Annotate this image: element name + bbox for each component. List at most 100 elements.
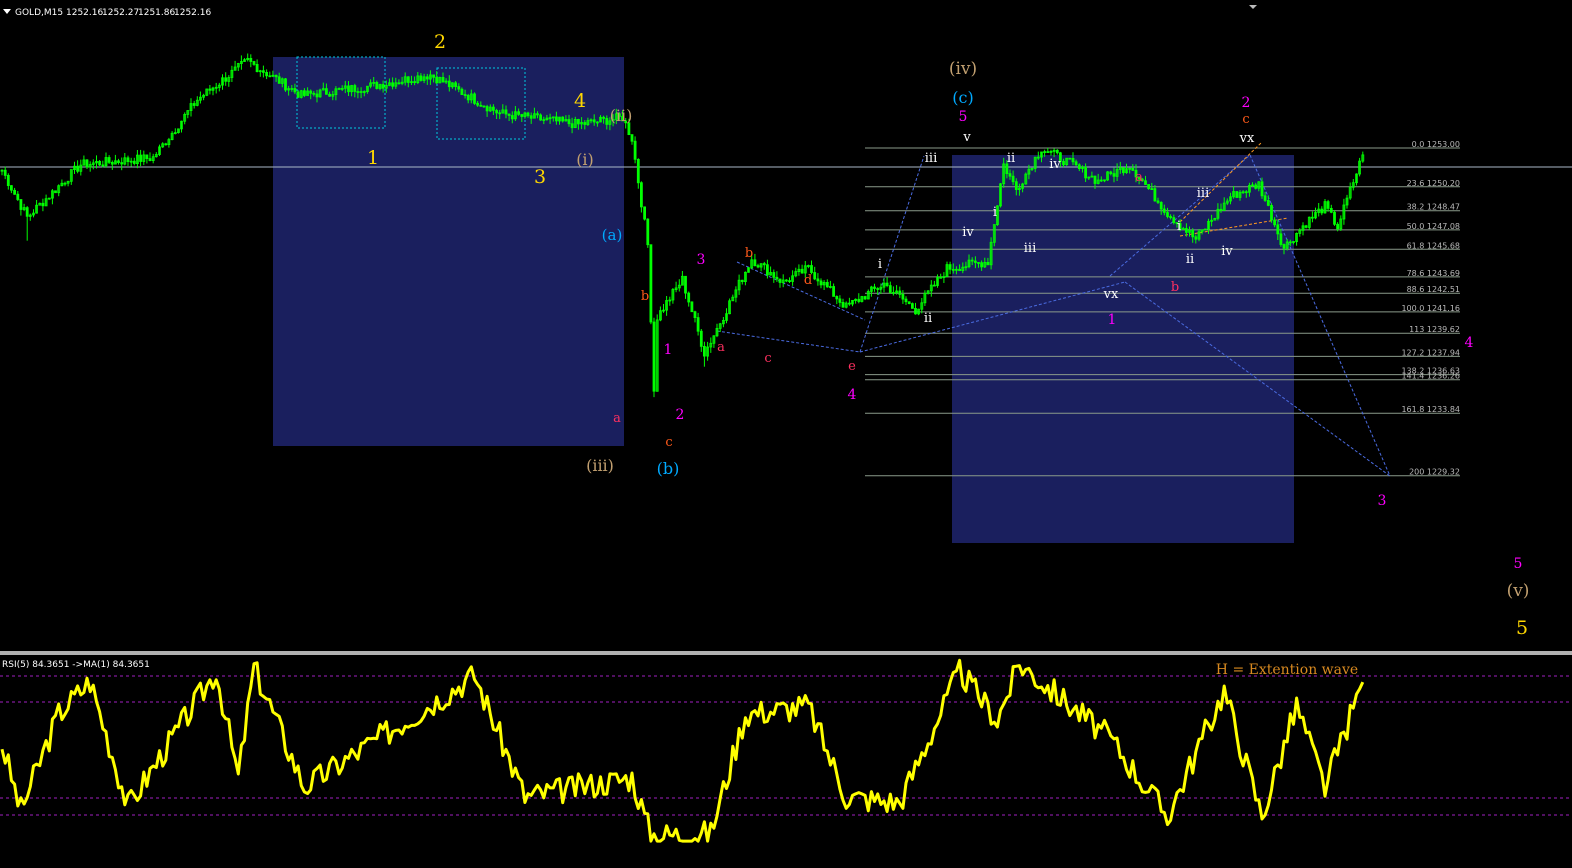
wave-label-10: 2 (676, 407, 685, 423)
wave-label-24: v (962, 130, 971, 145)
candle (38, 202, 42, 206)
candle (1065, 157, 1069, 166)
wave-label-16: d (804, 273, 812, 288)
candle (318, 88, 322, 98)
fib-label-4: 61.8 1245.68 (1407, 241, 1460, 250)
candle (1333, 210, 1336, 226)
wave-label-32: iii (1024, 241, 1036, 256)
wave-label-44: 4 (1465, 335, 1474, 351)
candle (1024, 172, 1028, 185)
chart-background (0, 0, 1572, 868)
fib-label-12: 161.8 1233.84 (1401, 405, 1460, 414)
wave-label-18: c (764, 351, 771, 366)
candle (646, 218, 650, 248)
candle (907, 301, 911, 305)
wave-label-46: 5 (1514, 556, 1523, 572)
candle (438, 76, 442, 84)
wave-label-5: (i) (576, 150, 594, 169)
fib-label-5: 78.6 1243.69 (1407, 269, 1460, 278)
fib-label-0: 0.0 1253.00 (1412, 140, 1460, 149)
symbol-label: GOLD,M15 (15, 8, 63, 18)
wave-label-0: 2 (434, 31, 446, 53)
fib-label-9: 127.2 1237.94 (1401, 348, 1460, 357)
fib-label-13: 200 1229.32 (1409, 468, 1460, 477)
fib-label-3: 50.0 1247.08 (1407, 222, 1460, 231)
wave-label-40: iv (1221, 244, 1233, 259)
close-price: 1252.16 (174, 8, 211, 18)
candle (989, 237, 993, 270)
candle (1270, 203, 1273, 223)
candle (284, 78, 287, 92)
wave-label-31: ii (924, 311, 932, 326)
candle (643, 206, 646, 221)
candle (1068, 157, 1072, 160)
wave-label-19: e (848, 359, 856, 374)
wave-label-37: i (1177, 219, 1181, 234)
wave-label-4: (ii) (610, 106, 633, 125)
wave-label-39: ii (1186, 252, 1194, 267)
wave-label-41: 2 (1242, 95, 1251, 111)
wave-label-34: vx (1103, 287, 1119, 302)
wave-label-33: a (1135, 170, 1143, 185)
wave-label-7: b (641, 289, 649, 304)
fib-label-2: 38.2 1248.47 (1407, 203, 1460, 212)
fib-label-11: 141.4 1236.26 (1401, 372, 1460, 381)
candle (747, 267, 750, 273)
candle (652, 317, 656, 398)
wave-label-29: iv (962, 225, 974, 240)
fib-label-8: 113 1239.62 (1409, 325, 1460, 334)
wave-label-45: 3 (1378, 493, 1387, 509)
wave-label-27: iv (1049, 157, 1061, 172)
candle (1106, 171, 1109, 181)
wave-label-3: 3 (534, 166, 546, 188)
open-price: 1252.16 (66, 8, 103, 18)
wave-label-23: 5 (959, 109, 968, 125)
candle (860, 295, 864, 303)
wave-label-42: c (1242, 112, 1249, 127)
wave-label-6: (a) (602, 226, 623, 244)
wave-label-28: i (878, 257, 882, 272)
candle (649, 244, 653, 325)
wave-label-43: vx (1239, 131, 1255, 146)
candle (54, 190, 57, 194)
wave-label-9: 1 (664, 342, 673, 358)
candle (176, 128, 180, 134)
wave-label-21: (iv) (949, 59, 977, 79)
wave-label-8: a (613, 411, 621, 426)
wave-label-15: b (745, 246, 753, 261)
wave-label-11: c (665, 435, 672, 450)
candle (911, 302, 914, 309)
wave-label-30: i (993, 205, 997, 220)
wave-label-47: (v) (1507, 581, 1530, 601)
fib-label-6: 88.6 1242.51 (1407, 285, 1460, 294)
candle (655, 314, 659, 392)
candle (999, 183, 1002, 208)
candle (1235, 191, 1239, 198)
wave-label-12: (iii) (586, 456, 614, 475)
fib-label-1: 23.6 1250.20 (1407, 179, 1460, 188)
low-price: 1251.86 (138, 8, 175, 18)
wave-zone-box-right (952, 155, 1294, 543)
candle (728, 298, 731, 315)
candle (690, 301, 694, 313)
wave-label-22: (c) (952, 88, 973, 107)
wave-label-36: b (1171, 280, 1179, 295)
wave-label-20: 4 (848, 387, 857, 403)
candle (473, 92, 476, 105)
wave-zone-box-left (273, 57, 624, 446)
candle (1213, 217, 1217, 221)
wave-label-17: a (717, 340, 725, 355)
candle (1323, 199, 1327, 214)
wave-label-48: 5 (1516, 617, 1528, 639)
candle (205, 88, 209, 97)
wave-label-35: 1 (1108, 312, 1117, 328)
wave-label-25: iii (925, 151, 937, 166)
rsi-header: RSI(5) 84.3651 ->MA(1) 84.3651 (2, 660, 150, 670)
wave-label-14: 3 (697, 252, 706, 268)
extension-wave-note: H = Extention wave (1216, 662, 1358, 678)
wave-label-26: ii (1007, 151, 1015, 166)
candle (299, 89, 303, 99)
high-price: 1252.27 (102, 8, 139, 18)
indicator-separator[interactable] (0, 651, 1572, 655)
gold-m15-chart[interactable]: GOLD,M15 1252.16 1252.27 1251.86 1252.16… (0, 0, 1572, 868)
